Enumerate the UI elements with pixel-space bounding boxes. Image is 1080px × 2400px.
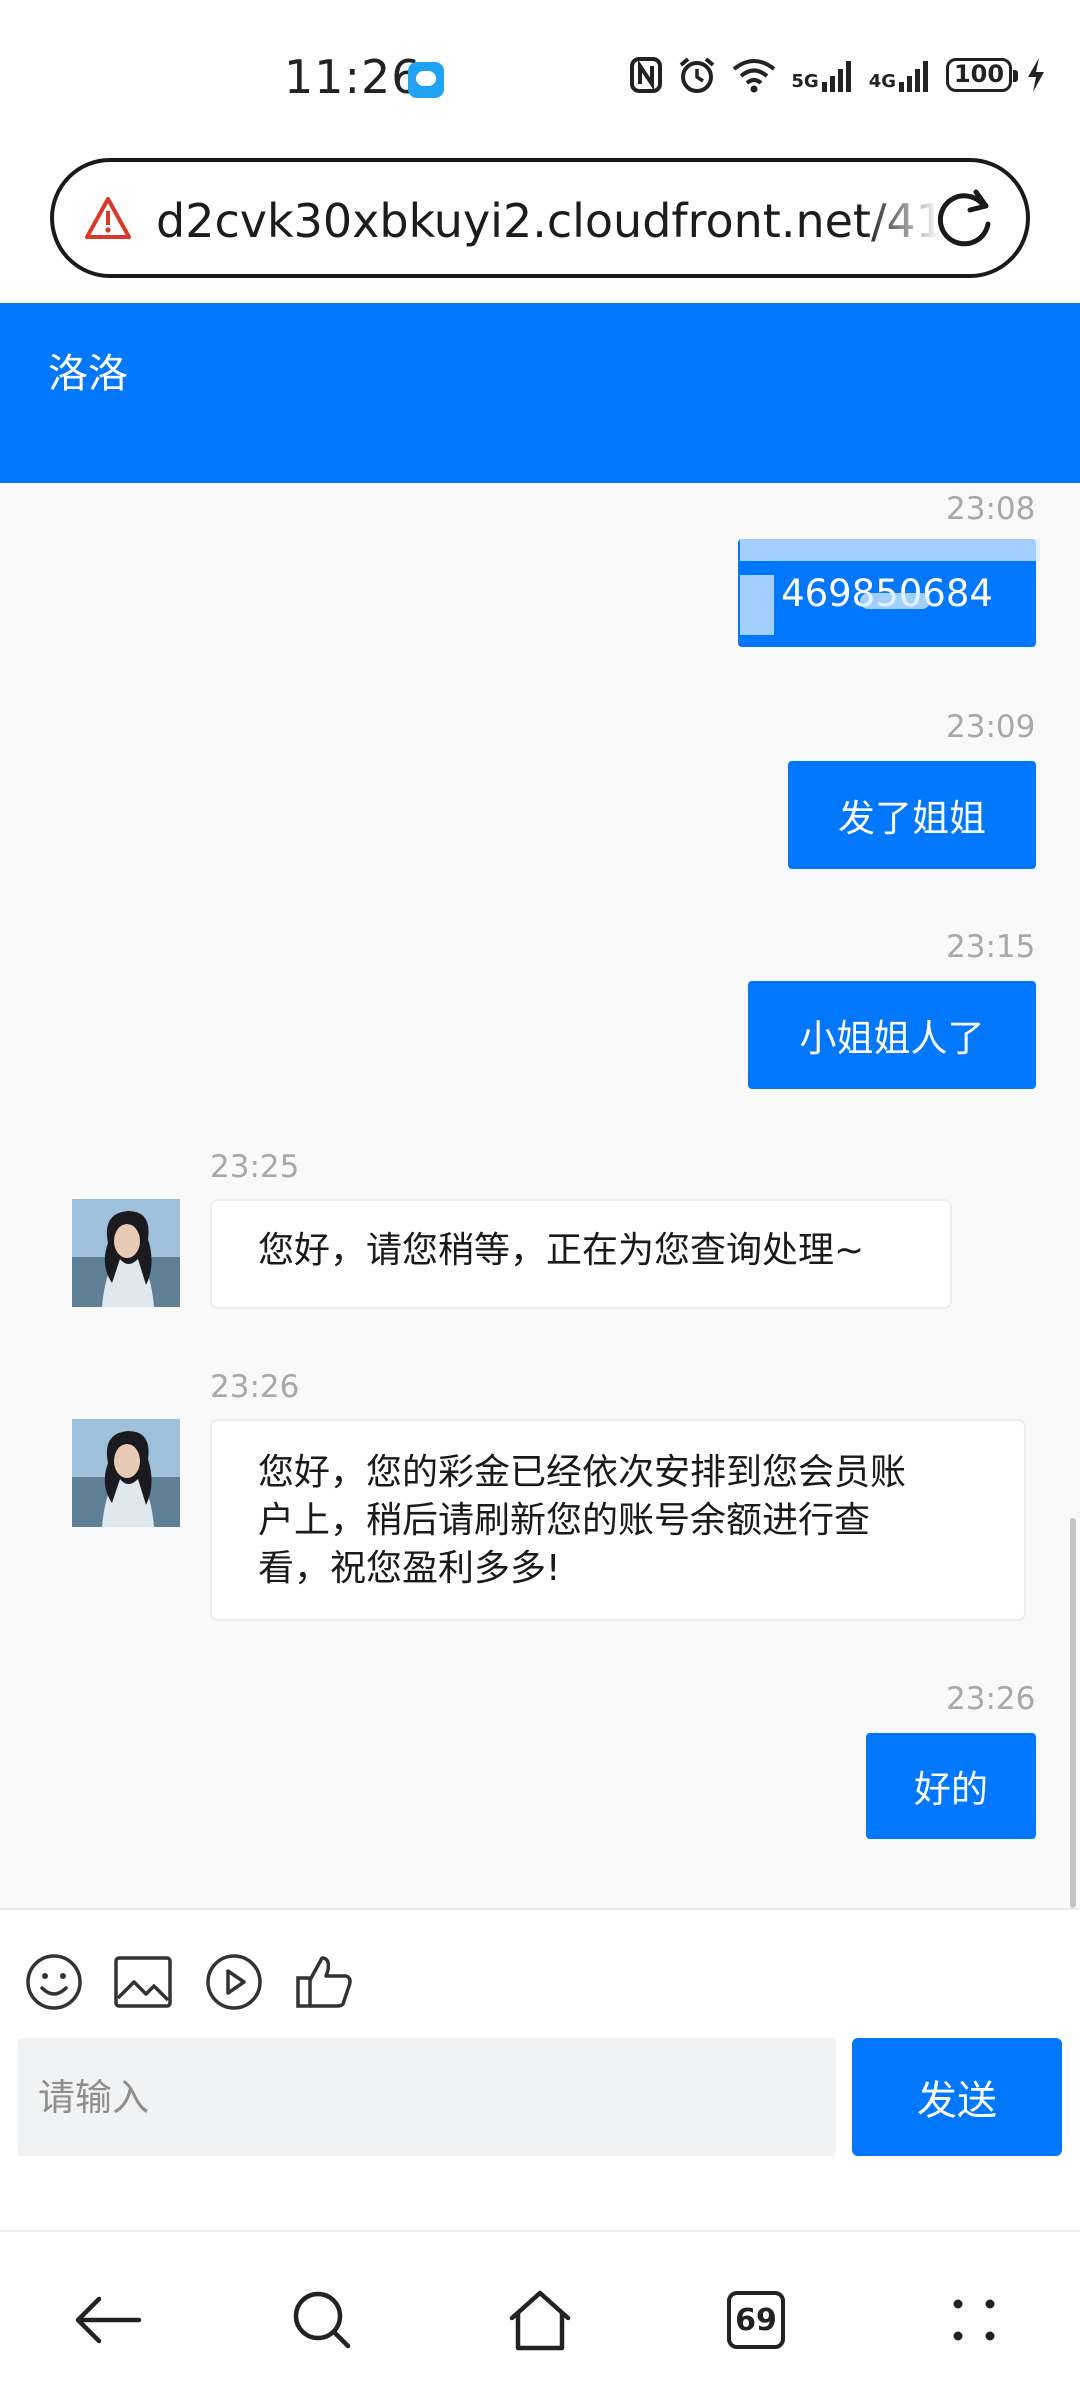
message-line: 您好，您的彩金已经依次安排到您会员账 [258, 1452, 907, 1493]
message-notification-icon [408, 62, 444, 98]
browser-navbar: 69 [0, 2230, 1080, 2400]
message-line: 户上，稍后请刷新您的账号余额进行查 [258, 1500, 871, 1541]
avatar-image [72, 1199, 180, 1307]
back-button[interactable] [68, 2280, 148, 2360]
chat-header: 洛洛 [0, 303, 1080, 483]
message-timestamp: 23:25 [210, 1149, 300, 1185]
url-text[interactable]: d2cvk30xbkuyi2.cloudfront.net/41 [156, 194, 946, 248]
security-warning-icon[interactable] [84, 196, 132, 240]
alarm-icon [680, 57, 715, 93]
video-icon[interactable] [204, 1952, 264, 2012]
status-icons: 5G 4G 100 [629, 55, 1046, 95]
message-timestamp: 23:09 [946, 709, 1036, 745]
message-timestamp: 23:26 [946, 1681, 1036, 1717]
network-type-4g: 4G [868, 71, 896, 92]
network-type-5g: 5G [791, 71, 819, 92]
incoming-message: 您好，您的彩金已经依次安排到您会员账 户上，稍后请刷新您的账号余额进行查 看，祝… [210, 1419, 1026, 1621]
message-list[interactable]: 23:08 469850684 23:09 发了姐姐 23:15 小姐姐人了 2… [0, 483, 1080, 1908]
thumbs-up-icon[interactable] [294, 1952, 354, 2012]
nfc-icon [630, 57, 663, 93]
status-bar: 11:26 5G 4G 100 [0, 0, 1080, 150]
agent-avatar[interactable] [72, 1199, 180, 1307]
menu-button[interactable] [934, 2280, 1014, 2360]
composer: 发送 [0, 1908, 1080, 2230]
search-icon [293, 2291, 351, 2349]
message-timestamp: 23:26 [210, 1369, 300, 1405]
home-icon [509, 2290, 571, 2351]
wifi-icon [733, 59, 776, 93]
status-time: 11:26 [284, 50, 422, 104]
message-input[interactable] [18, 2038, 836, 2156]
outgoing-message: 好的 [866, 1733, 1036, 1839]
address-bar[interactable]: d2cvk30xbkuyi2.cloudfront.net/41 [50, 158, 1030, 278]
chat-title: 洛洛 [48, 351, 128, 397]
message-timestamp: 23:15 [946, 929, 1036, 965]
redaction-mark [740, 539, 1040, 561]
image-icon[interactable] [112, 1952, 174, 2012]
message-line: 看，祝您盈利多多! [258, 1548, 561, 1589]
menu-dots-icon [953, 2299, 995, 2341]
message-timestamp: 23:08 [946, 491, 1036, 527]
agent-avatar[interactable] [72, 1419, 180, 1527]
tabs-button[interactable]: 69 [716, 2280, 796, 2360]
home-button[interactable] [500, 2280, 580, 2360]
battery-indicator: 100 [946, 58, 1018, 92]
signal-5g-icon: 5G [791, 58, 854, 92]
emoji-icon[interactable] [24, 1952, 84, 2012]
incoming-message: 您好，请您稍等，正在为您查询处理~ [210, 1199, 952, 1309]
outgoing-message: 小姐姐人了 [748, 981, 1036, 1089]
search-button[interactable] [282, 2280, 362, 2360]
tab-count: 69 [727, 2291, 785, 2349]
redaction-mark [740, 575, 774, 635]
outgoing-message: 发了姐姐 [788, 761, 1036, 869]
avatar-image [72, 1419, 180, 1527]
charging-icon [1028, 58, 1044, 92]
redaction-mark [860, 593, 930, 609]
back-arrow-icon [75, 2296, 142, 2344]
signal-4g-icon: 4G [869, 58, 932, 92]
send-button[interactable]: 发送 [852, 2038, 1062, 2156]
reload-icon[interactable] [934, 186, 998, 250]
scrollbar[interactable] [1070, 1518, 1076, 1908]
